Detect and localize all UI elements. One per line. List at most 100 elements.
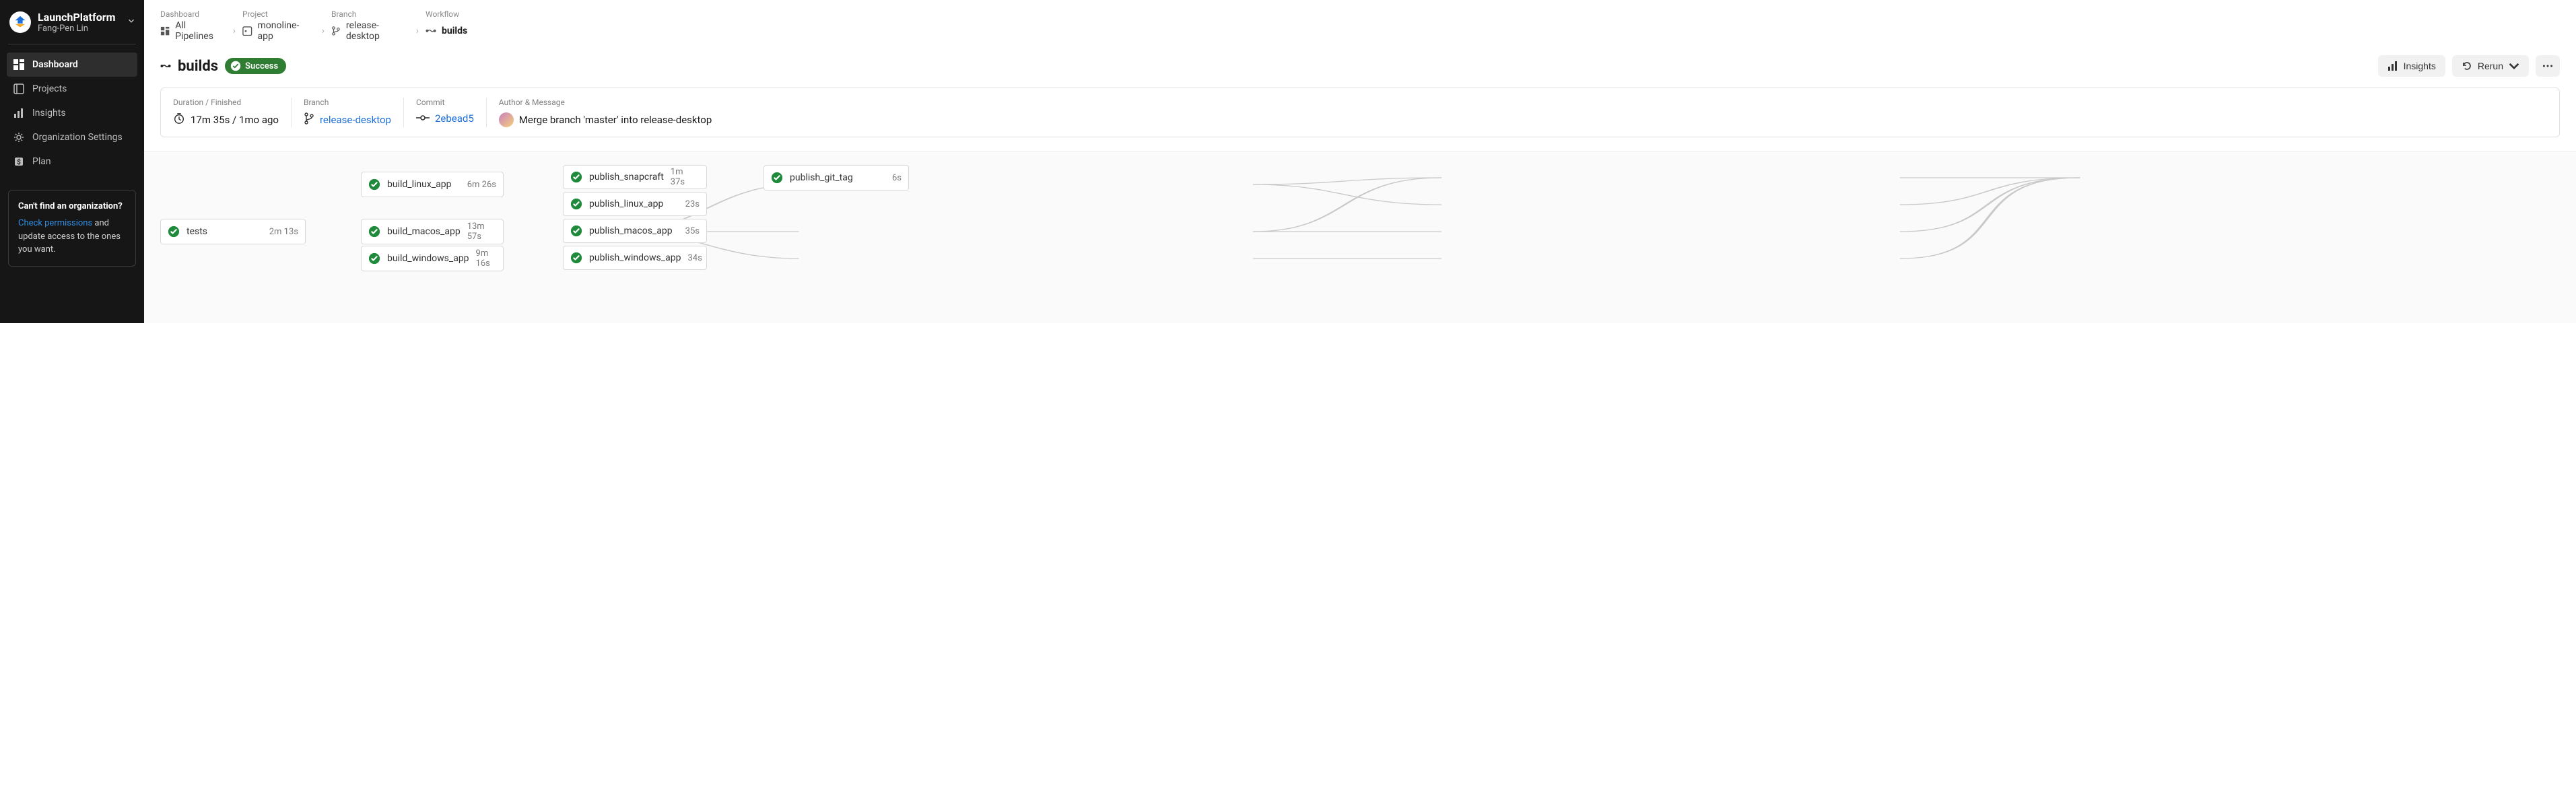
breadcrumb-labels: Dashboard Project Branch Workflow xyxy=(160,9,2560,19)
commit-link[interactable]: 2ebead5 xyxy=(435,112,474,125)
chevron-right-icon: › xyxy=(315,26,331,36)
nav-item-dashboard[interactable]: Dashboard xyxy=(7,53,137,77)
nav-list: Dashboard Projects Insights Organization… xyxy=(0,48,144,178)
help-title: Can't find an organization? xyxy=(18,200,126,213)
crumb-label: Dashboard xyxy=(160,9,199,19)
nav-item-insights[interactable]: Insights xyxy=(7,101,137,125)
job-name: tests xyxy=(187,226,207,237)
insights-button[interactable]: Insights xyxy=(2378,55,2445,77)
job-duration: 6s xyxy=(892,173,902,183)
success-icon xyxy=(771,172,783,184)
success-icon xyxy=(368,252,380,265)
avatar xyxy=(499,112,514,127)
job-build-macos-app[interactable]: build_macos_app 13m 57s xyxy=(361,219,504,244)
caret-down-icon xyxy=(2509,61,2519,71)
clock-icon xyxy=(173,112,185,127)
job-duration: 13m 57s xyxy=(467,221,496,242)
org-logo-icon xyxy=(9,11,31,33)
crumb-current: builds xyxy=(442,26,467,36)
job-duration: 35s xyxy=(685,226,700,236)
workflow-name: builds xyxy=(178,58,218,75)
nav-item-projects[interactable]: Projects xyxy=(7,77,137,101)
gear-icon xyxy=(13,132,24,143)
job-publish-git-tag[interactable]: publish_git_tag 6s xyxy=(764,165,909,191)
nav-label: Dashboard xyxy=(32,59,78,70)
nav-label: Insights xyxy=(32,108,66,118)
job-build-linux-app[interactable]: build_linux_app 6m 26s xyxy=(361,172,504,197)
success-icon xyxy=(570,225,582,237)
summary-label: Branch xyxy=(304,98,391,107)
summary-label: Commit xyxy=(416,98,474,107)
job-name: publish_git_tag xyxy=(790,172,853,183)
job-publish-snapcraft[interactable]: publish_snapcraft 1m 37s xyxy=(563,165,707,189)
nav-item-org-settings[interactable]: Organization Settings xyxy=(7,125,137,149)
commit-message: Merge branch 'master' into release-deskt… xyxy=(519,114,712,126)
job-name: build_linux_app xyxy=(387,179,451,190)
chevron-down-icon xyxy=(127,16,136,28)
success-icon xyxy=(368,178,380,191)
projects-icon xyxy=(13,83,24,94)
chevron-right-icon: › xyxy=(409,26,426,36)
graph-edges xyxy=(160,165,2560,313)
more-icon xyxy=(2542,61,2553,71)
rerun-label: Rerun xyxy=(2478,61,2503,71)
branch-icon xyxy=(304,112,314,127)
crumb-branch[interactable]: release-desktop xyxy=(346,20,404,42)
job-duration: 2m 13s xyxy=(269,227,298,237)
status-label: Success xyxy=(245,61,278,71)
job-duration: 9m 16s xyxy=(476,248,496,269)
main: Dashboard Project Branch Workflow All Pi… xyxy=(144,0,2576,323)
job-name: build_macos_app xyxy=(387,226,461,237)
sidebar: LaunchPlatform Fang-Pen Lin Dashboard Pr… xyxy=(0,0,144,323)
org-switcher[interactable]: LaunchPlatform Fang-Pen Lin xyxy=(0,7,144,44)
breadcrumb: All Pipelines › monoline-app › release-d… xyxy=(160,20,2560,42)
success-icon xyxy=(570,171,582,183)
org-subtitle: Fang-Pen Lin xyxy=(38,24,120,34)
pipelines-icon xyxy=(160,26,170,36)
job-publish-macos-app[interactable]: publish_macos_app 35s xyxy=(563,219,707,243)
status-badge: Success xyxy=(225,58,286,74)
summary-card: Duration / Finished 17m 35s / 1mo ago Br… xyxy=(160,88,2560,137)
insights-label: Insights xyxy=(2404,61,2436,71)
help-link[interactable]: Check permissions xyxy=(18,218,92,228)
nav-label: Plan xyxy=(32,156,51,167)
rerun-button[interactable]: Rerun xyxy=(2452,55,2529,77)
org-name: LaunchPlatform xyxy=(38,11,120,24)
job-tests[interactable]: tests 2m 13s xyxy=(160,219,306,244)
crumb-project[interactable]: monoline-app xyxy=(258,20,310,42)
nav-item-plan[interactable]: $ Plan xyxy=(7,149,137,174)
job-name: publish_windows_app xyxy=(589,252,681,263)
duration-value: 17m 35s / 1mo ago xyxy=(191,114,279,126)
summary-label: Duration / Finished xyxy=(173,98,279,107)
job-build-windows-app[interactable]: build_windows_app 9m 16s xyxy=(361,246,504,271)
job-name: publish_macos_app xyxy=(589,226,673,236)
success-icon xyxy=(168,226,180,238)
success-icon xyxy=(570,252,582,264)
more-button[interactable] xyxy=(2536,55,2560,77)
workflow-icon xyxy=(426,26,436,36)
crumb-all-pipelines[interactable]: All Pipelines xyxy=(175,20,221,42)
commit-icon xyxy=(416,112,430,125)
job-publish-windows-app[interactable]: publish_windows_app 34s xyxy=(563,246,707,270)
branch-link[interactable]: release-desktop xyxy=(320,114,391,126)
plan-icon: $ xyxy=(13,156,24,167)
job-duration: 34s xyxy=(687,253,702,263)
job-duration: 1m 37s xyxy=(671,167,700,187)
help-body: Check permissions and update access to t… xyxy=(18,217,126,256)
job-publish-linux-app[interactable]: publish_linux_app 23s xyxy=(563,192,707,216)
summary-label: Author & Message xyxy=(499,98,712,107)
title-bar: builds Success Insights Rerun xyxy=(160,55,2560,77)
nav-label: Projects xyxy=(32,83,67,94)
nav-label: Organization Settings xyxy=(32,132,123,143)
insights-icon xyxy=(13,108,24,118)
workflow-icon xyxy=(160,61,171,71)
crumb-label: Workflow xyxy=(426,9,459,19)
crumb-label: Project xyxy=(242,9,268,19)
project-icon xyxy=(242,26,252,36)
chevron-right-icon: › xyxy=(226,26,242,36)
help-box: Can't find an organization? Check permis… xyxy=(8,190,136,267)
job-name: publish_snapcraft xyxy=(589,172,664,182)
crumb-label: Branch xyxy=(331,9,356,19)
success-icon xyxy=(570,198,582,210)
job-duration: 6m 26s xyxy=(467,180,496,190)
